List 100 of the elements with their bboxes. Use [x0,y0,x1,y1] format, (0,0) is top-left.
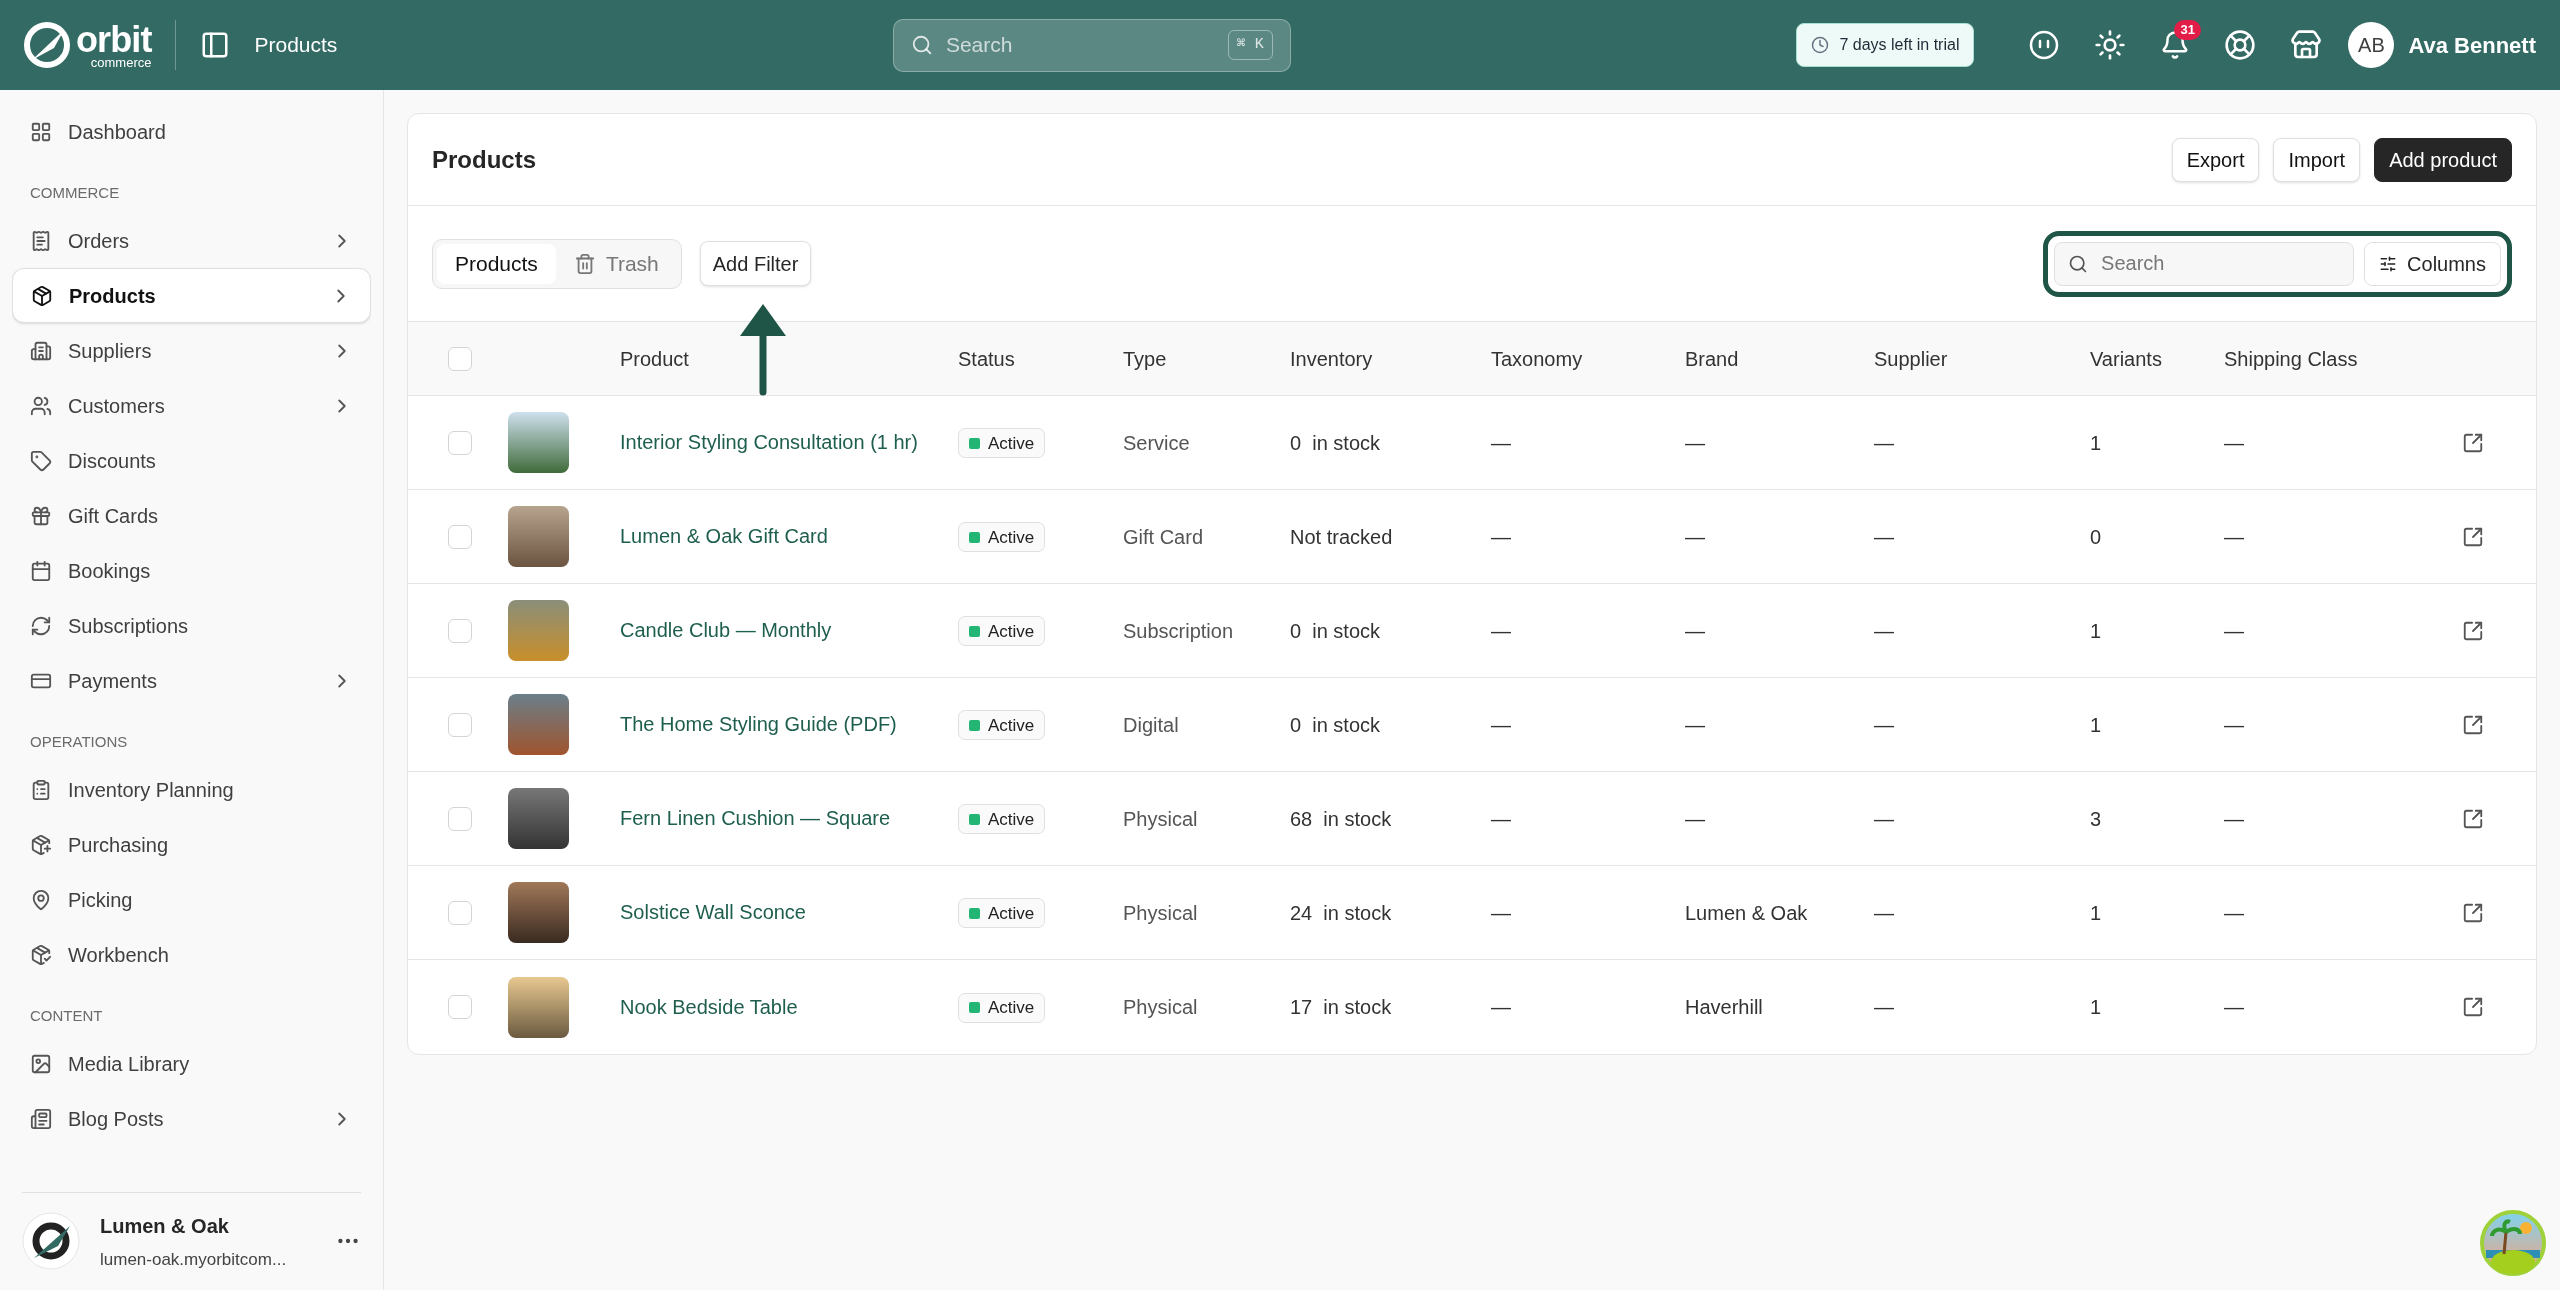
sidebar-item[interactable]: Media Library [12,1036,371,1091]
table-cell-text: — [1874,524,1895,550]
table-cell-text: Subscription [1123,618,1235,644]
column-header[interactable]: Inventory [1290,343,1491,374]
column-header[interactable]: Supplier [1874,343,2090,374]
table-cell-text: Physical [1123,995,1199,1020]
action-button[interactable]: Export [2171,137,2260,182]
table-cell-text: — [1685,712,1706,738]
sidebar-item[interactable]: Orders [12,213,371,268]
column-header[interactable]: Variants [2090,343,2224,374]
table-cell-text: 3 [2090,806,2103,832]
column-header[interactable]: Product [620,343,958,374]
external-link-icon[interactable] [2462,431,2484,454]
product-link[interactable]: Interior Styling Consultation (1 hr) [620,428,958,457]
sidebar-item[interactable]: Purchasing [12,817,371,872]
store-logo-icon [22,1212,80,1271]
face-icon[interactable] [2028,29,2061,61]
sidebar-item[interactable]: Blog Posts [12,1091,371,1146]
checkbox[interactable] [448,346,472,371]
menu-icon [30,1052,52,1075]
help-icon[interactable] [2224,29,2257,61]
menu-icon [30,504,52,527]
checkbox[interactable] [448,712,472,737]
table-cell-text: 0 in stock [1290,430,1382,456]
table-cell-text: Gift Card [1123,524,1205,550]
checkbox[interactable] [448,806,472,831]
table-cell-text: 0 in stock [1290,712,1382,738]
table-cell-text: — [2224,995,2245,1020]
checkbox[interactable] [448,430,472,455]
checkbox[interactable] [448,900,472,925]
sidebar-item[interactable]: Products [12,268,371,323]
menu-icon [30,339,52,362]
external-link-icon[interactable] [2462,525,2484,548]
add-filter-button[interactable]: Add Filter [699,241,812,286]
status-badge: Active [958,804,1046,835]
sidebar-item[interactable]: Discounts [12,433,371,488]
columns-button[interactable]: Columns [2364,241,2501,286]
sidebar-item[interactable]: Workbench [12,927,371,982]
user-name: Ava Bennett [2408,31,2536,60]
column-header[interactable]: Brand [1685,343,1874,374]
checkbox[interactable] [448,618,472,643]
island-badge-icon[interactable] [2480,1210,2546,1276]
table-cell-text: — [1491,806,1512,832]
product-link[interactable]: Candle Club — Monthly [620,616,958,645]
external-link-icon[interactable] [2462,807,2484,830]
product-link[interactable]: Fern Linen Cushion — Square [620,804,958,833]
menu-icon [30,778,52,801]
product-link[interactable]: Nook Bedside Table [620,992,958,1022]
store-domain: lumen-oak.myorbitcom... [100,1248,288,1271]
menu-icon [30,614,52,637]
status-badge: Active [958,616,1046,647]
checkbox[interactable] [448,524,472,549]
action-button[interactable]: Add product [2374,137,2512,182]
column-header[interactable]: Status [958,343,1123,374]
product-link[interactable]: The Home Styling Guide (PDF) [620,710,958,739]
view-tab[interactable]: Trash [555,243,677,284]
checkbox[interactable] [448,995,472,1019]
status-badge: Active [958,898,1046,929]
table-cell-text: — [1874,995,1895,1020]
sidebar-item[interactable]: Subscriptions [12,598,371,653]
table-cell-text: Not tracked [1290,524,1394,550]
table-cell-text: — [1874,806,1895,832]
sidebar-item[interactable]: Suppliers [12,323,371,378]
sidebar-item[interactable]: Inventory Planning [12,762,371,817]
column-header[interactable]: Type [1123,343,1290,374]
table-cell-text: — [1491,524,1512,550]
column-header[interactable]: Taxonomy [1491,343,1685,374]
table-cell-text: 0 [2090,524,2103,550]
table-cell-text: — [1685,524,1706,550]
sidebar-item[interactable]: Bookings [12,543,371,598]
table-cell-text: — [1491,712,1512,738]
view-tab[interactable]: Products [437,243,556,284]
external-link-icon[interactable] [2462,619,2484,642]
external-link-icon[interactable] [2462,713,2484,736]
table-cell-text: — [2224,618,2245,644]
photo-placeholder [508,412,569,473]
product-link[interactable]: Lumen & Oak Gift Card [620,522,958,551]
sidebar-item[interactable]: Customers [12,378,371,433]
sidebar-item[interactable]: Picking [12,872,371,927]
sidebar-toggle-icon[interactable] [200,30,231,60]
table-cell-text: — [2224,524,2245,550]
menu-icon [30,559,52,582]
user-avatar[interactable]: AB [2348,22,2395,68]
theme-toggle-icon[interactable] [2094,29,2127,61]
store-icon[interactable] [2290,29,2323,61]
table-search-field[interactable]: Search [2054,241,2355,286]
trial-badge[interactable]: 7 days left in trial [1796,23,1975,67]
column-header[interactable]: Shipping Class [2224,343,2438,374]
action-button[interactable]: Import [2273,137,2361,182]
external-link-icon[interactable] [2462,901,2484,924]
external-link-icon[interactable] [2462,996,2484,1018]
menu-icon [30,394,52,417]
product-link[interactable]: Solstice Wall Sconce [620,898,958,927]
sidebar-item[interactable]: Gift Cards [12,488,371,543]
table-cell-text: Haverhill [1685,995,1764,1020]
store-name: Lumen & Oak [100,1213,230,1239]
sidebar-item[interactable]: Dashboard [12,104,371,159]
table-cell-text: 68 in stock [1290,806,1393,832]
sidebar-item[interactable]: Payments [12,653,371,708]
section-heading: CONTENT [29,1005,104,1026]
